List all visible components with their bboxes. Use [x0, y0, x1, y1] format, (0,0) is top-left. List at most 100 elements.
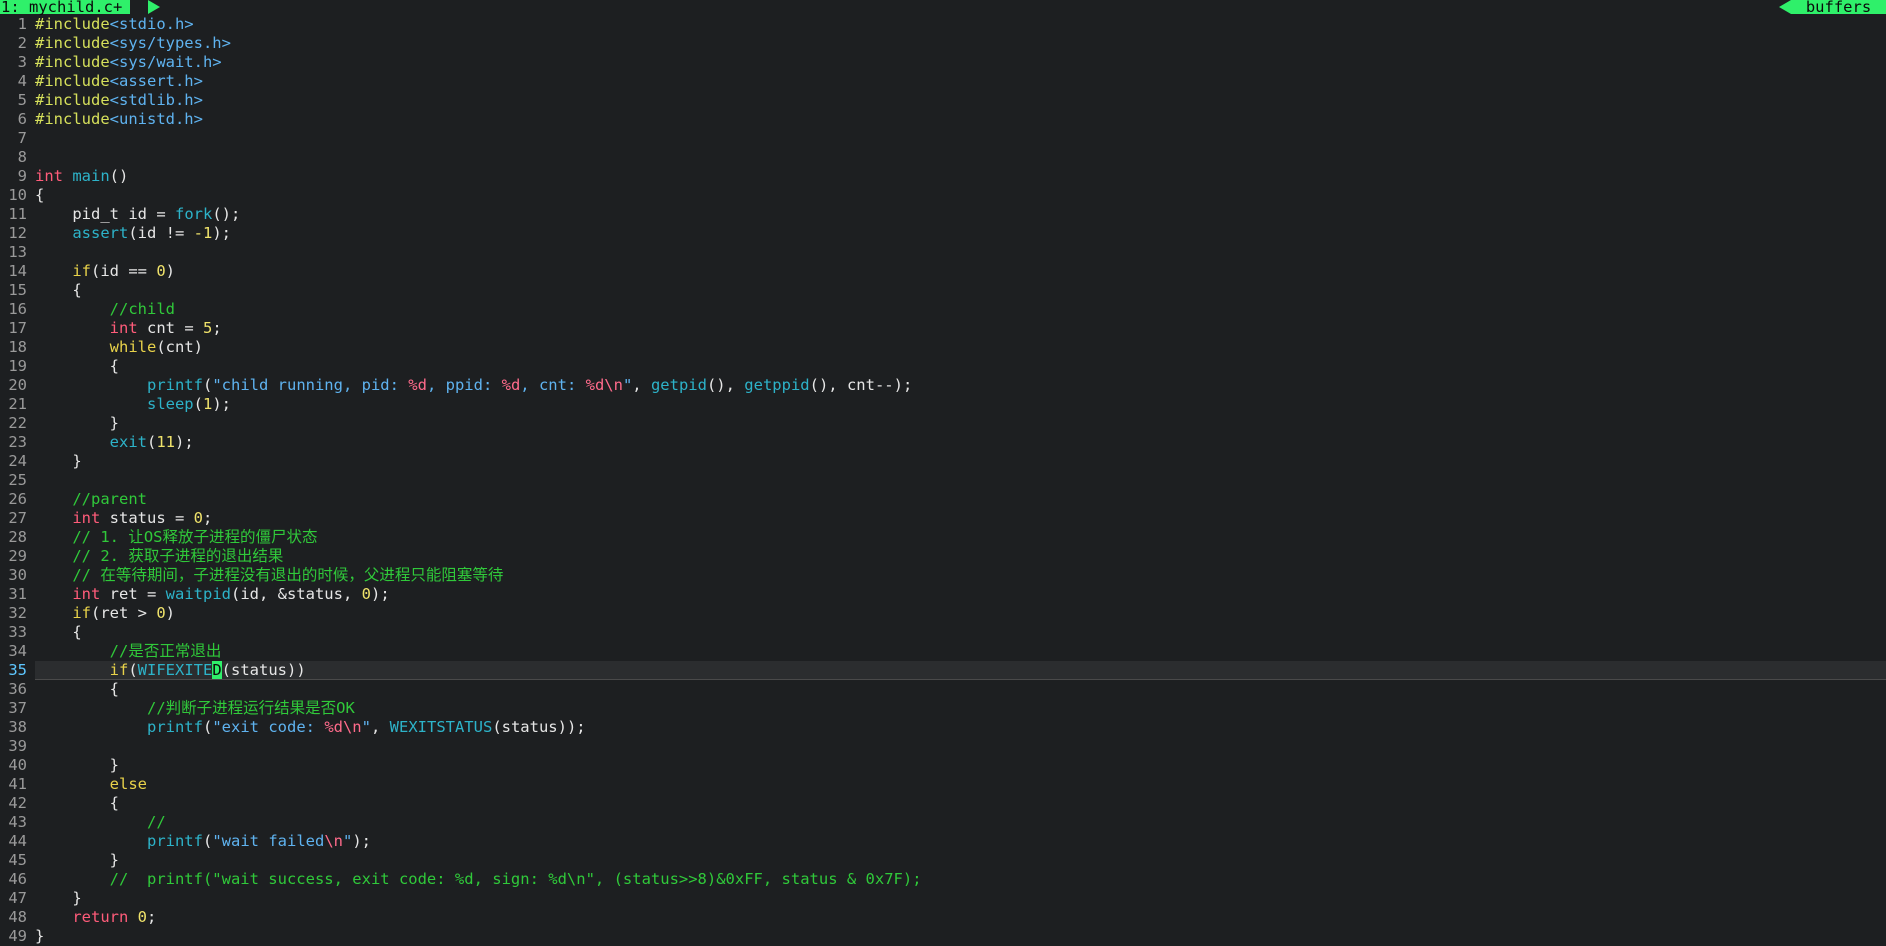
- tab-separator-arrow-icon: [148, 0, 160, 14]
- code-line[interactable]: 5 #include<stdlib.h>: [0, 91, 1886, 110]
- line-number: 13: [8, 243, 27, 261]
- code-line[interactable]: 25: [0, 471, 1886, 490]
- tabline: 1: mychild.c+ buffers: [0, 0, 1886, 15]
- code-token: }: [35, 889, 82, 907]
- code-line[interactable]: 38 printf("exit code: %d\n", WEXITSTATUS…: [0, 718, 1886, 737]
- line-number: 28: [8, 528, 27, 546]
- code-token: ,: [370, 718, 390, 736]
- code-line[interactable]: 7: [0, 129, 1886, 148]
- code-token: );: [352, 832, 371, 850]
- code-token: 0: [137, 908, 148, 926]
- code-token: //parent: [72, 490, 147, 508]
- code-line[interactable]: 16 //child: [0, 300, 1886, 319]
- code-line[interactable]: 37 //判断子进程运行结果是否OK: [0, 699, 1886, 718]
- code-token: (cnt): [156, 338, 203, 356]
- line-number: 19: [8, 357, 27, 375]
- code-token: (id ==: [91, 262, 157, 280]
- line-number: 35: [8, 661, 27, 679]
- code-token: printf: [146, 718, 203, 736]
- code-line[interactable]: 45 }: [0, 851, 1886, 870]
- code-line[interactable]: 49}: [0, 927, 1886, 946]
- line-number: 41: [8, 775, 27, 793]
- line-number: 18: [8, 338, 27, 356]
- code-line[interactable]: 9 int main(): [0, 167, 1886, 186]
- line-number: 8: [17, 148, 27, 166]
- code-line[interactable]: 35 if(WIFEXITED(status)): [0, 661, 1886, 680]
- code-token: <sys/types.h>: [109, 34, 231, 52]
- code-line[interactable]: 11 pid_t id = fork();: [0, 205, 1886, 224]
- code-line[interactable]: 46 // printf("wait success, exit code: %…: [0, 870, 1886, 889]
- buffers-indicator[interactable]: buffers: [1791, 0, 1886, 15]
- code-line[interactable]: 47 }: [0, 889, 1886, 908]
- code-line[interactable]: 36 {: [0, 680, 1886, 699]
- code-line[interactable]: 43 //: [0, 813, 1886, 832]
- code-text: }: [35, 889, 82, 907]
- code-line[interactable]: 30 // 在等待期间，子进程没有退出的时候，父进程只能阻塞等待: [0, 566, 1886, 585]
- code-token: //判断子进程运行结果是否OK: [146, 699, 355, 717]
- code-token: ();: [212, 205, 241, 223]
- code-line[interactable]: 26 //parent: [0, 490, 1886, 509]
- code-line[interactable]: 32 if(ret > 0): [0, 604, 1886, 623]
- code-line[interactable]: 34 //是否正常退出: [0, 642, 1886, 661]
- code-line[interactable]: 13: [0, 243, 1886, 262]
- code-line[interactable]: 48 return 0;: [0, 908, 1886, 927]
- code-line[interactable]: 28 // 1. 让OS释放子进程的僵尸状态: [0, 528, 1886, 547]
- code-line[interactable]: 19 {: [0, 357, 1886, 376]
- code-line[interactable]: 14 if(id == 0): [0, 262, 1886, 281]
- line-number: 22: [8, 414, 27, 432]
- code-line[interactable]: 17 int cnt = 5;: [0, 319, 1886, 338]
- code-line[interactable]: 31 int ret = waitpid(id, &status, 0);: [0, 585, 1886, 604]
- code-token: (: [146, 433, 157, 451]
- code-line[interactable]: 41 else: [0, 775, 1886, 794]
- code-token: main: [72, 167, 110, 185]
- code-line[interactable]: 4 #include<assert.h>: [0, 72, 1886, 91]
- code-line[interactable]: 29 // 2. 获取子进程的退出结果: [0, 547, 1886, 566]
- code-line[interactable]: 23 exit(11);: [0, 433, 1886, 452]
- buffer-tab-mychild[interactable]: 1: mychild.c+: [0, 0, 131, 15]
- code-token: %d\n: [585, 376, 623, 394]
- line-number: 24: [8, 452, 27, 470]
- code-editor[interactable]: 1 #include<stdio.h> 2 #include<sys/types.h>…: [0, 15, 1886, 946]
- code-token: <unistd.h>: [109, 110, 203, 128]
- line-number: 30: [8, 566, 27, 584]
- code-line[interactable]: 27 int status = 0;: [0, 509, 1886, 528]
- code-token: printf: [146, 832, 203, 850]
- code-token: printf: [146, 376, 203, 394]
- code-line[interactable]: 6 #include<unistd.h>: [0, 110, 1886, 129]
- code-text: int main(): [35, 167, 128, 185]
- code-line[interactable]: 33 {: [0, 623, 1886, 642]
- code-line[interactable]: 3 #include<sys/wait.h>: [0, 53, 1886, 72]
- code-line[interactable]: 22 }: [0, 414, 1886, 433]
- code-line[interactable]: 15 {: [0, 281, 1886, 300]
- code-token: (: [202, 718, 213, 736]
- code-line[interactable]: 2 #include<sys/types.h>: [0, 34, 1886, 53]
- code-text: {: [35, 623, 81, 641]
- code-text: printf("exit code: %d\n", WEXITSTATUS(st…: [35, 718, 586, 736]
- code-line[interactable]: 8: [0, 148, 1886, 167]
- code-line[interactable]: 39: [0, 737, 1886, 756]
- code-line[interactable]: 44 printf("wait failed\n");: [0, 832, 1886, 851]
- code-line[interactable]: 24 }: [0, 452, 1886, 471]
- code-token: assert: [72, 224, 129, 242]
- code-line[interactable]: 10 {: [0, 186, 1886, 205]
- code-text: //判断子进程运行结果是否OK: [35, 699, 355, 717]
- code-line[interactable]: 21 sleep(1);: [0, 395, 1886, 414]
- code-line[interactable]: 40 }: [0, 756, 1886, 775]
- code-token: 0: [156, 262, 166, 280]
- code-text: printf("child running, pid: %d, ppid: %d…: [35, 376, 912, 394]
- code-token: if: [72, 262, 91, 280]
- code-line[interactable]: 18 while(cnt): [0, 338, 1886, 357]
- code-line[interactable]: 12 assert(id != -1);: [0, 224, 1886, 243]
- code-line[interactable]: 1 #include<stdio.h>: [0, 15, 1886, 34]
- code-line[interactable]: 42 {: [0, 794, 1886, 813]
- code-line[interactable]: 20 printf("child running, pid: %d, ppid:…: [0, 376, 1886, 395]
- code-token: , cnt:: [520, 376, 586, 394]
- code-token: {: [35, 794, 119, 812]
- line-number: 11: [8, 205, 27, 223]
